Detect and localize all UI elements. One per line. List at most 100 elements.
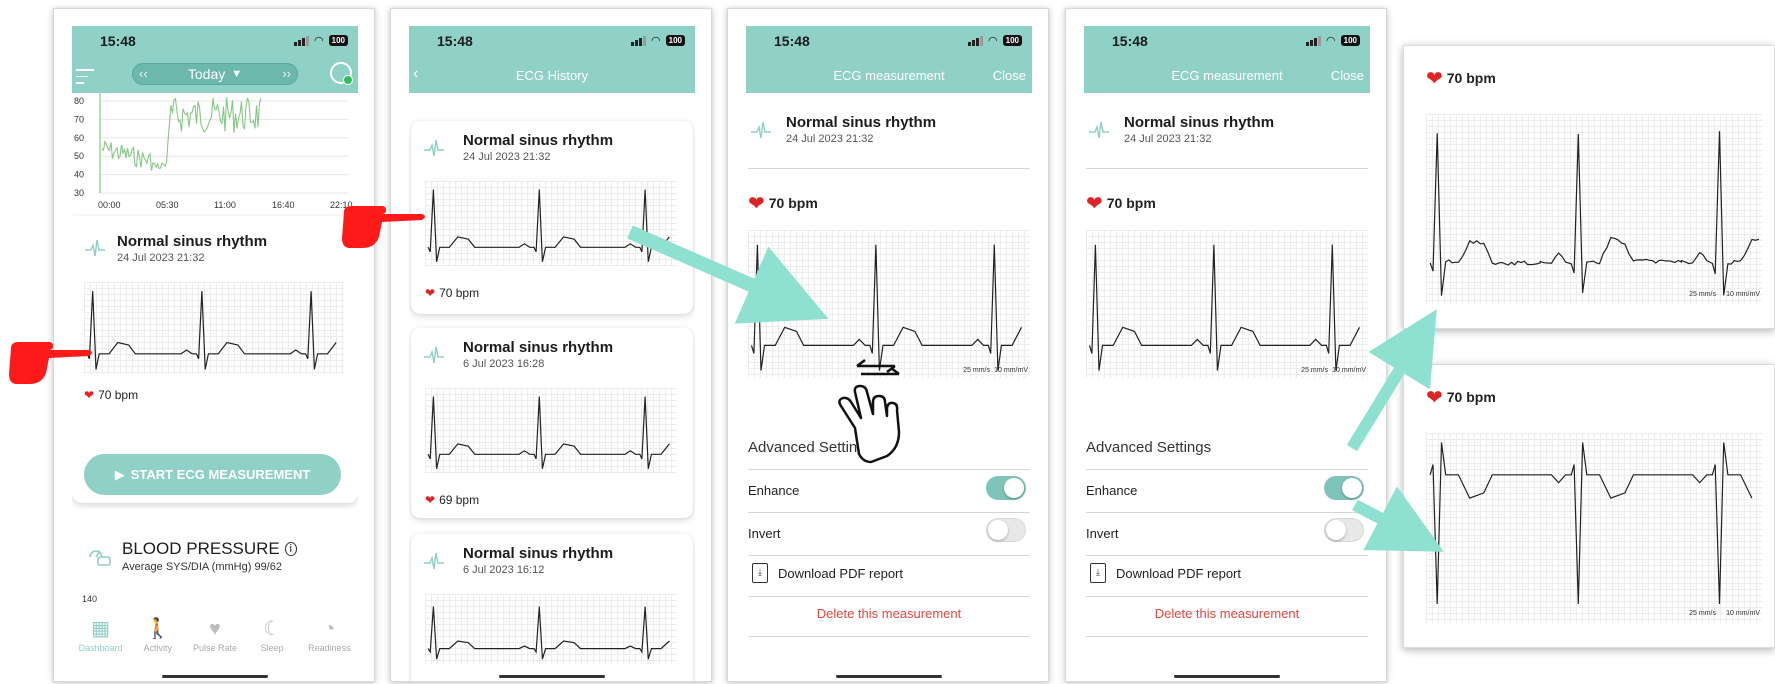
divider: [1086, 555, 1368, 556]
divider: [1086, 168, 1368, 169]
status-bar: 15:48 ◠ 100: [409, 26, 695, 56]
record-date: 24 Jul 2023 21:32: [463, 151, 550, 163]
phone-ecg-measurement: 15:48 ◠ 100 ECG measurement Close Normal…: [727, 8, 1049, 682]
prev-day-icon[interactable]: ‹‹: [139, 66, 148, 81]
history-record-card[interactable]: Normal sinus rhythm 6 Jul 2023 16:12: [411, 534, 693, 681]
ecg-icon: [84, 236, 106, 260]
record-date: 6 Jul 2023 16:28: [463, 358, 544, 370]
status-time: 15:48: [100, 33, 136, 49]
heart-icon: ❤: [1426, 68, 1443, 90]
divider: [748, 168, 1030, 169]
home-indicator: [836, 675, 942, 678]
advanced-settings-title: Advanced Settings: [1086, 439, 1211, 456]
delete-measurement-button[interactable]: Delete this measurement: [1084, 606, 1370, 621]
next-day-icon[interactable]: ››: [282, 66, 291, 81]
y-tick-label: 60: [74, 133, 84, 143]
ecg-line: [428, 397, 669, 469]
tab-sleep[interactable]: ☾ Sleep: [244, 617, 301, 665]
inverted-ecg-preview: ❤ 70 bpm 25 mm/s 10 mm/mV: [1403, 364, 1775, 648]
ecg-chart-enhanced: 25 mm/s 10 mm/mV: [1426, 114, 1762, 304]
tab-readiness[interactable]: ◔ Readiness: [301, 617, 358, 665]
tab-dashboard[interactable]: ▦ Dashboard: [72, 617, 129, 665]
measurement-title: ECG measurement: [1084, 68, 1370, 83]
menu-icon[interactable]: [76, 69, 94, 89]
ecg-waveform: [425, 594, 677, 664]
ecg-chart[interactable]: 25 mm/s 10 mm/mV: [1086, 230, 1368, 378]
gain-label: 10 mm/mV: [1726, 291, 1760, 298]
enhance-toggle[interactable]: [986, 476, 1026, 500]
ecg-line: [428, 190, 669, 262]
tab-activity[interactable]: 🚶 Activity: [129, 617, 186, 665]
invert-label: Invert: [748, 526, 781, 541]
invert-label: Invert: [1086, 526, 1119, 541]
divider: [748, 596, 1030, 597]
bpm-readout: ❤ 70 bpm: [1426, 385, 1496, 410]
tutorial-canvas: 15:48 ◠ 100 ‹‹ Today ▼ ›› 80 70 60 50 40…: [0, 0, 1775, 684]
status-bar: 15:48 ◠ 100: [72, 26, 358, 56]
invert-toggle[interactable]: [986, 518, 1026, 542]
y-tick-label: 80: [74, 96, 84, 106]
gain-label: 10 mm/mV: [1726, 610, 1760, 617]
phone-dashboard: 15:48 ◠ 100 ‹‹ Today ▼ ›› 80 70 60 50 40…: [53, 8, 375, 682]
divider: [748, 636, 1030, 637]
wifi-icon: ◠: [651, 36, 661, 46]
ecg-waveform: [425, 388, 677, 473]
ecg-icon: [1088, 118, 1110, 142]
wifi-icon: ◠: [314, 36, 324, 46]
date-selector[interactable]: ‹‹ Today ▼ ››: [132, 63, 298, 85]
history-record-card[interactable]: Normal sinus rhythm 24 Jul 2023 21:32 ❤ 7…: [411, 121, 693, 314]
settings-screen: 15:48 ◠ 100 ECG measurement Close Normal…: [1084, 26, 1370, 681]
heart-icon: ❤: [84, 388, 94, 402]
ecg-waveform: [748, 230, 1030, 378]
x-tick-label: 05:30: [156, 200, 179, 210]
record-title: Normal sinus rhythm: [463, 545, 613, 562]
tab-bar: ▦ Dashboard 🚶 Activity ♥ Pulse Rate ☾ Sleep …: [72, 617, 358, 665]
tab-pulse-rate[interactable]: ♥ Pulse Rate: [186, 617, 243, 665]
bp-axis-label: 140: [82, 594, 97, 604]
close-button[interactable]: Close: [993, 68, 1026, 83]
divider: [1086, 469, 1368, 470]
divider: [1086, 512, 1368, 513]
speed-label: 25 mm/s: [1689, 291, 1716, 298]
record-date: 24 Jul 2023 21:32: [786, 133, 873, 145]
heart-icon: ❤: [425, 493, 435, 507]
wifi-icon: ◠: [988, 36, 998, 46]
history-record-card[interactable]: Normal sinus rhythm 6 Jul 2023 16:28 ❤ 69…: [411, 328, 693, 518]
delete-measurement-button[interactable]: Delete this measurement: [746, 606, 1032, 621]
home-indicator: [162, 675, 268, 678]
divider: [1086, 636, 1368, 637]
speed-label: 25 mm/s: [1301, 367, 1328, 374]
info-icon[interactable]: i: [285, 542, 297, 556]
pdf-icon: ⤓: [1090, 563, 1106, 583]
divider: [748, 512, 1030, 513]
download-pdf-button[interactable]: Download PDF report: [1116, 566, 1241, 581]
record-bpm: ❤ 69 bpm: [425, 493, 479, 507]
heart-rate-line: [102, 97, 261, 170]
status-time: 15:48: [774, 33, 810, 49]
invert-toggle[interactable]: [1324, 518, 1364, 542]
home-indicator: [499, 675, 605, 678]
gain-label: 10 mm/mV: [994, 367, 1028, 374]
status-bar: 15:48 ◠ 100: [746, 26, 1032, 56]
divider: [748, 469, 1030, 470]
record-date: 24 Jul 2023 21:32: [1124, 133, 1211, 145]
play-icon: ▶: [115, 467, 125, 483]
bp-title: BLOOD PRESSURE i: [122, 539, 297, 559]
device-status-icon[interactable]: [330, 62, 352, 84]
signal-icon: [294, 36, 309, 46]
ecg-card-title: Normal sinus rhythm: [117, 233, 267, 250]
ecg-waveform: [1426, 433, 1762, 623]
enhance-toggle[interactable]: [1324, 476, 1364, 500]
ecg-chart[interactable]: 25 mm/s 10 mm/mV: [748, 230, 1030, 378]
bp-subtitle: Average SYS/DIA (mmHg) 99/62: [122, 561, 282, 573]
divider: [1086, 596, 1368, 597]
x-tick-label: 22:10: [330, 200, 353, 210]
start-ecg-button[interactable]: ▶ START ECG MEASUREMENT: [84, 454, 341, 495]
battery-icon: 100: [1341, 35, 1360, 46]
close-button[interactable]: Close: [1331, 68, 1364, 83]
measurement-title: ECG measurement: [746, 68, 1032, 83]
download-pdf-button[interactable]: Download PDF report: [778, 566, 903, 581]
activity-icon: 🚶: [129, 617, 186, 641]
record-bpm: ❤ 70 bpm: [425, 286, 479, 300]
divider: [748, 555, 1030, 556]
